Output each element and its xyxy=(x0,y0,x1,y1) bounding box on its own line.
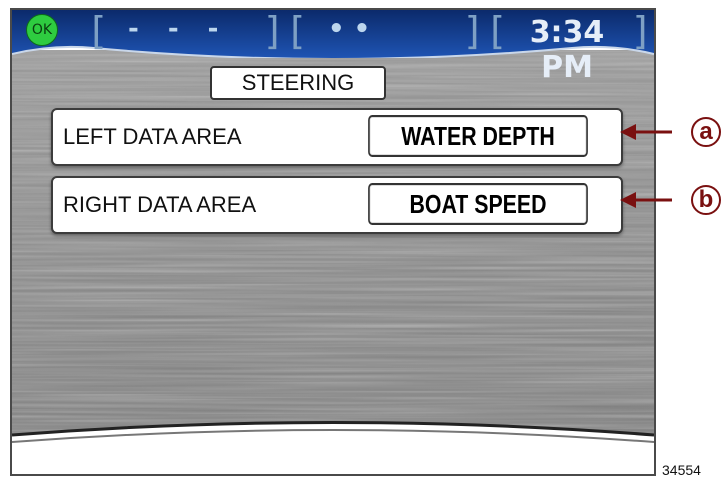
left-data-area-label: LEFT DATA AREA xyxy=(63,124,242,149)
clock-time: 3:34 PM xyxy=(529,15,605,85)
status-segment-middle: • • xyxy=(328,14,371,44)
ok-status-icon: OK xyxy=(26,14,58,46)
right-data-area-row[interactable]: RIGHT DATA AREA BOAT SPEED xyxy=(51,176,623,234)
callout-arrows xyxy=(620,124,672,208)
bracket-divider-icon: ][ xyxy=(262,9,308,53)
ok-badge-text: OK xyxy=(31,22,53,38)
arrow-icon xyxy=(620,192,672,208)
right-data-area-label: RIGHT DATA AREA xyxy=(63,192,257,217)
bracket-left-icon: [ xyxy=(86,9,109,53)
callout-b: b xyxy=(691,185,721,215)
display-screen: OK [ - - - ][ • • ][ 3:34 PM ] STEERING … xyxy=(10,8,656,476)
callout-a: a xyxy=(691,117,721,147)
left-data-area-row[interactable]: LEFT DATA AREA WATER DEPTH xyxy=(51,108,623,166)
bracket-divider-icon: ][ xyxy=(462,9,508,53)
left-data-area-value[interactable]: WATER DEPTH xyxy=(368,115,588,157)
screen-title: STEERING xyxy=(210,66,386,100)
status-segment-left: - - - xyxy=(128,14,229,44)
figure-number: 34554 xyxy=(662,462,701,478)
right-data-area-value[interactable]: BOAT SPEED xyxy=(368,183,588,225)
bracket-right-icon: ] xyxy=(630,9,653,53)
arrow-icon xyxy=(620,124,672,140)
